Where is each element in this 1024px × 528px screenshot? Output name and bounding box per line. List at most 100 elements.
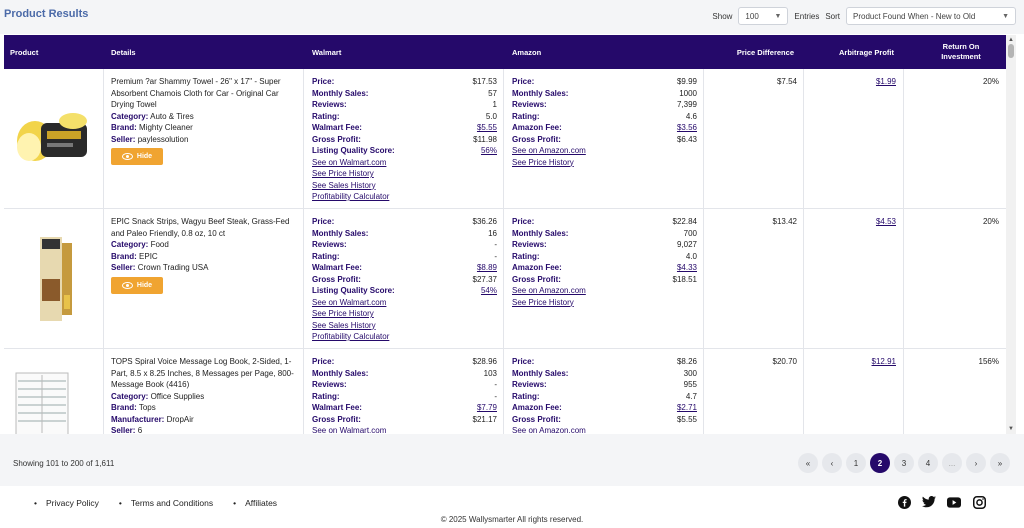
see-price-history-link[interactable]: See Price History	[312, 308, 497, 320]
reviews-label: Reviews:	[512, 380, 547, 389]
monthly-sales-label: Monthly Sales:	[312, 88, 369, 98]
amazon-price: Price: $22.84	[512, 216, 697, 228]
amazon-rating: Rating: 4.6	[512, 111, 697, 123]
walmart-fee-label: Walmart Fee:	[312, 123, 362, 132]
facebook-icon[interactable]	[897, 495, 911, 509]
roi-cell: 20%	[904, 69, 1006, 209]
page-button-2-active[interactable]: 2	[870, 453, 890, 473]
table-controls: Show 100 ▼ Entries Sort Product Found Wh…	[712, 7, 1016, 25]
entries-select[interactable]: 100 ▼	[738, 7, 789, 25]
social-links	[897, 495, 986, 509]
walmart-fee-link[interactable]: $7.79	[477, 402, 497, 414]
scroll-up-icon[interactable]: ▲	[1008, 37, 1014, 43]
amazon-gross-profit: Gross Profit: $18.51	[512, 274, 697, 286]
instagram-icon[interactable]	[972, 495, 986, 509]
see-on-amazon-link[interactable]: See on Amazon.com	[512, 145, 697, 157]
last-page-button[interactable]: »	[990, 453, 1010, 473]
see-on-amazon-link[interactable]: See on Amazon.com	[512, 425, 697, 434]
arbitrage-profit-link[interactable]: $1.99	[876, 77, 896, 86]
terms-link[interactable]: Terms and Conditions	[119, 498, 213, 508]
see-sales-history-link[interactable]: See Sales History	[312, 320, 497, 332]
product-image[interactable]	[14, 371, 70, 434]
first-page-button[interactable]: «	[798, 453, 818, 473]
amazon-fee-link[interactable]: $2.71	[677, 402, 697, 414]
see-on-walmart-link[interactable]: See on Walmart.com	[312, 425, 497, 434]
walmart-monthly-sales: Monthly Sales: 103	[312, 368, 497, 380]
brand-value: EPIC	[139, 251, 158, 261]
product-title[interactable]: EPIC Snack Strips, Wagyu Beef Steak, Gra…	[111, 216, 297, 239]
sort-select[interactable]: Product Found When - New to Old ▼	[846, 7, 1016, 25]
eye-slash-icon	[121, 281, 133, 289]
arbitrage-profit-link[interactable]: $12.91	[872, 357, 896, 366]
walmart-monthly-sales: Monthly Sales: 57	[312, 88, 497, 100]
profitability-calculator-link[interactable]: Profitability Calculator	[312, 191, 497, 203]
product-image[interactable]	[11, 109, 97, 165]
walmart-reviews: Reviews: -	[312, 379, 497, 391]
arbitrage-profit-link[interactable]: $4.53	[876, 217, 896, 226]
amazon-fee-link[interactable]: $3.56	[677, 122, 697, 134]
lqs-link[interactable]: 54%	[481, 285, 497, 297]
gross-profit-value: $18.51	[672, 274, 697, 284]
reviews-label: Reviews:	[312, 380, 347, 389]
rating-label: Rating:	[512, 251, 540, 261]
table-row: TOPS Spiral Voice Message Log Book, 2-Si…	[4, 349, 1006, 434]
price-value: $22.84	[672, 217, 697, 226]
amazon-reviews: Reviews: 7,399	[512, 99, 697, 111]
gross-profit-label: Gross Profit:	[312, 274, 361, 284]
twitter-icon[interactable]	[922, 495, 936, 509]
footer-links: Privacy Policy Terms and Conditions Affi…	[34, 498, 277, 508]
profitability-calculator-link[interactable]: Profitability Calculator	[312, 331, 497, 343]
reviews-value: 1	[492, 100, 497, 109]
walmart-price: Price: $17.53	[312, 76, 497, 88]
hide-button[interactable]: Hide	[111, 148, 163, 165]
page-button-1[interactable]: 1	[846, 453, 866, 473]
see-price-history-link[interactable]: See Price History	[512, 157, 697, 169]
amazon-fee-link[interactable]: $4.33	[677, 262, 697, 274]
product-seller: Seller: Crown Trading USA	[111, 262, 297, 274]
sort-label: Sort	[825, 11, 840, 21]
results-table: Product Details Walmart Amazon Price Dif…	[4, 35, 1006, 434]
affiliates-link[interactable]: Affiliates	[233, 498, 277, 508]
youtube-icon[interactable]	[947, 495, 961, 509]
gross-profit-value: $11.98	[473, 134, 497, 144]
see-price-history-link[interactable]: See Price History	[512, 297, 697, 309]
brand-label: Brand:	[111, 123, 137, 132]
page-button-3[interactable]: 3	[894, 453, 914, 473]
monthly-sales-label: Monthly Sales:	[512, 228, 569, 238]
privacy-policy-link[interactable]: Privacy Policy	[34, 498, 99, 508]
see-on-walmart-link[interactable]: See on Walmart.com	[312, 157, 497, 169]
category-value: Office Supplies	[150, 391, 205, 401]
price-label: Price:	[512, 357, 535, 366]
see-on-amazon-link[interactable]: See on Amazon.com	[512, 285, 697, 297]
hide-button[interactable]: Hide	[111, 276, 163, 294]
walmart-fee-link[interactable]: $8.89	[477, 262, 497, 274]
table-scrollbar[interactable]: ▲ ▼	[1006, 35, 1016, 434]
prev-page-button[interactable]: ‹	[822, 453, 842, 473]
product-details-cell: Premium ?ar Shammy Towel - 26" x 17" - S…	[104, 69, 304, 209]
price-difference-cell: $20.70	[704, 349, 804, 434]
table-row: EPIC Snack Strips, Wagyu Beef Steak, Gra…	[4, 209, 1006, 349]
scrollbar-thumb[interactable]	[1008, 44, 1014, 58]
product-title[interactable]: Premium ?ar Shammy Towel - 26" x 17" - S…	[111, 76, 297, 111]
rating-label: Rating:	[512, 111, 540, 121]
show-label: Show	[712, 11, 733, 21]
table-header: Product Details Walmart Amazon Price Dif…	[4, 35, 1006, 69]
header-product: Product	[10, 47, 39, 57]
see-on-walmart-link[interactable]: See on Walmart.com	[312, 297, 497, 309]
walmart-cell: Price: $17.53 Monthly Sales: 57 Reviews: 1 …	[304, 69, 504, 209]
product-title[interactable]: TOPS Spiral Voice Message Log Book, 2-Si…	[111, 356, 297, 391]
next-page-button[interactable]: ›	[966, 453, 986, 473]
page-button-4[interactable]: 4	[918, 453, 938, 473]
see-sales-history-link[interactable]: See Sales History	[312, 180, 497, 192]
lqs-link[interactable]: 56%	[481, 145, 497, 157]
walmart-rating: Rating: -	[312, 251, 497, 263]
brand-label: Brand:	[111, 403, 137, 412]
see-price-history-link[interactable]: See Price History	[312, 168, 497, 180]
walmart-fee-link[interactable]: $5.55	[477, 122, 497, 134]
scroll-down-icon[interactable]: ▼	[1008, 426, 1014, 432]
price-label: Price:	[312, 77, 335, 86]
price-label: Price:	[512, 217, 535, 226]
amazon-reviews: Reviews: 955	[512, 379, 697, 391]
product-image[interactable]	[36, 235, 76, 323]
listing-quality-score: Listing Quality Score: 56%	[312, 145, 497, 157]
